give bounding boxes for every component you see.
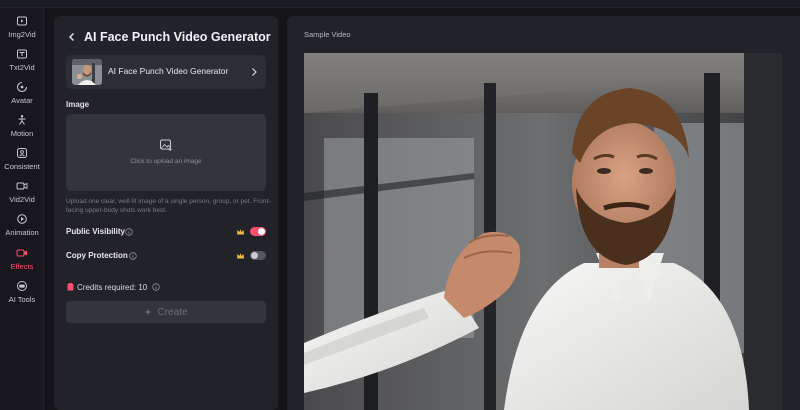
ai-tools-icon — [17, 281, 27, 291]
video-to-video-icon — [16, 182, 28, 190]
toggle-knob — [258, 228, 265, 235]
sidebar-item-label: Avatar — [11, 96, 33, 105]
image-section-label: Image — [66, 100, 90, 109]
crown-icon — [237, 229, 244, 235]
avatar-icon — [16, 81, 28, 93]
sidebar-item-animation[interactable]: Animation — [0, 211, 44, 241]
credits-required: Credits required: 10 — [77, 283, 160, 292]
toggle-knob — [251, 252, 258, 259]
sidebar-nav: Img2Vid Txt2Vid Avatar Motion Consistent… — [0, 8, 44, 410]
sidebar-item-label: Consistent — [4, 162, 40, 171]
top-bar — [0, 0, 800, 8]
create-button[interactable]: Create — [66, 301, 266, 323]
sidebar-item-label: AI Tools — [8, 295, 36, 304]
sidebar-item-ai-tools[interactable]: AI Tools — [0, 278, 44, 308]
crown-icon — [237, 253, 244, 259]
sidebar-item-label: Img2Vid — [8, 30, 36, 39]
info-icon[interactable] — [129, 252, 137, 260]
sidebar-item-label: Txt2Vid — [9, 63, 35, 72]
sidebar-item-img2vid[interactable]: Img2Vid — [0, 13, 44, 43]
back-arrow-icon[interactable] — [67, 32, 77, 42]
info-icon[interactable] — [151, 283, 160, 291]
template-selector[interactable]: AI Face Punch Video Generator — [66, 55, 266, 89]
copy-protection-toggle[interactable] — [250, 251, 266, 260]
upload-image-icon — [160, 139, 172, 151]
motion-icon — [18, 115, 26, 125]
image-upload-dropzone[interactable]: Click to upload an image — [66, 114, 266, 191]
upload-hint: Click to upload an image — [130, 158, 202, 165]
sidebar-item-txt2vid[interactable]: Txt2Vid — [0, 46, 44, 76]
sample-video-label: Sample Video — [304, 30, 351, 39]
info-icon[interactable] — [125, 228, 133, 236]
credits-required-text: Credits required: 10 — [77, 283, 148, 292]
sidebar-item-motion[interactable]: Motion — [0, 112, 44, 142]
create-button-label: Create — [157, 306, 188, 318]
sidebar-item-avatar[interactable]: Avatar — [0, 79, 44, 109]
template-label: AI Face Punch Video Generator — [108, 66, 229, 76]
sidebar-item-vid2vid[interactable]: Vid2Vid — [0, 178, 44, 208]
effects-icon — [16, 249, 27, 257]
public-visibility-label: Public Visibility — [66, 227, 125, 236]
upload-help-text: Upload one clear, well-lit image of a si… — [66, 198, 271, 214]
sparkle-icon — [144, 308, 152, 316]
chevron-right-icon — [252, 68, 257, 76]
sidebar-item-effects[interactable]: Effects — [0, 245, 44, 275]
sidebar-item-consistent[interactable]: Consistent — [0, 145, 44, 175]
page-title: AI Face Punch Video Generator — [84, 30, 271, 44]
text-to-video-icon — [17, 49, 27, 59]
sidebar-item-label: Effects — [10, 262, 34, 271]
template-thumbnail — [72, 59, 102, 85]
sidebar-item-label: Vid2Vid — [9, 195, 35, 204]
public-visibility-toggle[interactable] — [250, 227, 266, 236]
image-to-video-icon — [17, 16, 27, 26]
animation-icon — [17, 214, 27, 224]
sample-video-player[interactable] — [304, 53, 782, 410]
consistent-icon — [17, 148, 27, 158]
sidebar-item-label: Animation — [5, 228, 39, 237]
sidebar-item-label: Motion — [10, 129, 34, 138]
create-button-content: Create — [66, 301, 266, 323]
credits-icon — [67, 283, 74, 291]
copy-protection-label: Copy Protection — [66, 251, 128, 260]
